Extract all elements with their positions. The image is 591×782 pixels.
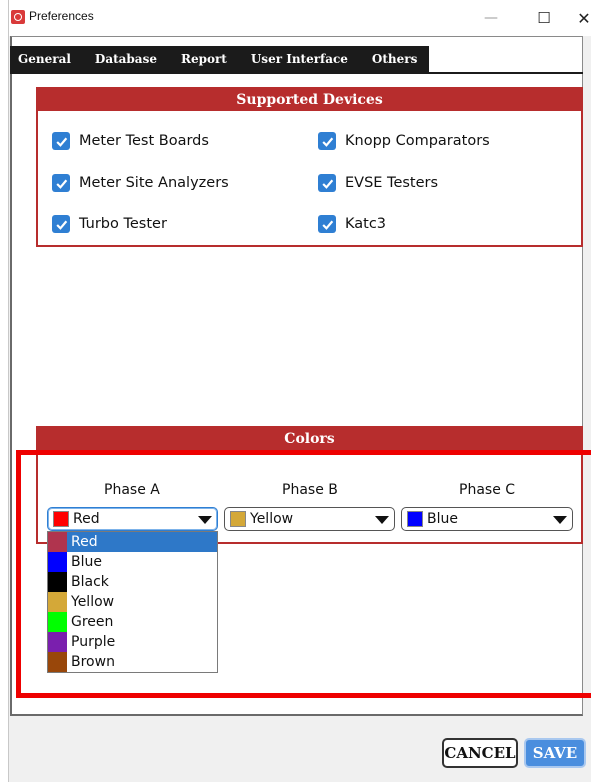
checkbox-checked-icon[interactable]: [52, 215, 70, 233]
dropdown-option-black[interactable]: Black: [48, 572, 217, 592]
color-swatch: [48, 572, 67, 592]
supported-devices-panel: Supported Devices Meter Test Boards Knop…: [36, 87, 583, 247]
option-label: Brown: [71, 654, 115, 670]
minimize-button[interactable]: —: [471, 4, 511, 32]
dropdown-option-brown[interactable]: Brown: [48, 652, 217, 672]
option-label: Blue: [71, 554, 102, 570]
color-swatch: [230, 511, 246, 527]
device-meter-test-boards[interactable]: Meter Test Boards: [52, 132, 209, 150]
device-katc3[interactable]: Katc3: [318, 215, 386, 233]
close-button[interactable]: ✕: [564, 4, 591, 32]
phase-b-value: Yellow: [250, 511, 294, 527]
phase-b-select[interactable]: Yellow: [224, 507, 395, 531]
phase-c-select[interactable]: Blue: [401, 507, 573, 531]
cancel-button[interactable]: CANCEL: [442, 738, 518, 768]
color-swatch: [48, 532, 67, 552]
color-swatch: [407, 511, 423, 527]
tab-divider: [10, 72, 583, 74]
color-swatch: [53, 511, 69, 527]
maximize-button[interactable]: ☐: [524, 4, 564, 32]
chevron-down-icon[interactable]: [553, 516, 567, 524]
color-swatch: [48, 552, 67, 572]
tab-report[interactable]: Report: [169, 46, 239, 72]
dropdown-option-red[interactable]: Red: [48, 532, 217, 552]
tab-database[interactable]: Database: [83, 46, 169, 72]
checkbox-checked-icon[interactable]: [52, 132, 70, 150]
phase-c-value: Blue: [427, 511, 458, 527]
device-label: Katc3: [345, 216, 387, 232]
device-label: Turbo Tester: [79, 216, 167, 232]
tab-user-interface[interactable]: User Interface: [239, 46, 360, 72]
phase-a-select[interactable]: Red: [47, 507, 218, 531]
color-swatch: [48, 612, 67, 632]
device-label: Meter Test Boards: [79, 133, 209, 149]
device-meter-site-analyzers[interactable]: Meter Site Analyzers: [52, 174, 229, 192]
tab-others[interactable]: Others: [360, 46, 429, 72]
option-label: Yellow: [71, 594, 115, 610]
color-swatch: [48, 632, 67, 652]
chevron-down-icon[interactable]: [198, 516, 212, 524]
phase-b-label: Phase B: [282, 482, 338, 498]
option-label: Black: [71, 574, 109, 590]
window-title: Preferences: [29, 9, 94, 23]
dropdown-option-green[interactable]: Green: [48, 612, 217, 632]
device-label: Knopp Comparators: [345, 133, 490, 149]
tab-bar: General Database Report User Interface O…: [10, 46, 430, 72]
option-label: Red: [71, 534, 98, 550]
color-swatch: [48, 592, 67, 612]
app-icon: [11, 10, 25, 24]
title-bar: Preferences — ☐ ✕: [9, 0, 591, 36]
device-turbo-tester[interactable]: Turbo Tester: [52, 215, 167, 233]
device-label: EVSE Testers: [345, 175, 439, 191]
option-label: Green: [71, 614, 114, 630]
checkbox-checked-icon[interactable]: [318, 215, 336, 233]
dropdown-option-yellow[interactable]: Yellow: [48, 592, 217, 612]
dropdown-option-purple[interactable]: Purple: [48, 632, 217, 652]
device-knopp-comparators[interactable]: Knopp Comparators: [318, 132, 490, 150]
checkbox-checked-icon[interactable]: [318, 132, 336, 150]
color-swatch: [48, 652, 67, 672]
phase-a-label: Phase A: [104, 482, 160, 498]
phase-c-label: Phase C: [459, 482, 516, 498]
checkbox-checked-icon[interactable]: [52, 174, 70, 192]
device-label: Meter Site Analyzers: [79, 175, 229, 191]
device-evse-testers[interactable]: EVSE Testers: [318, 174, 438, 192]
tab-general[interactable]: General: [10, 46, 83, 72]
option-label: Purple: [71, 634, 116, 650]
dropdown-option-blue[interactable]: Blue: [48, 552, 217, 572]
save-button[interactable]: SAVE: [524, 738, 586, 768]
supported-devices-header: Supported Devices: [38, 89, 581, 111]
phase-a-value: Red: [73, 511, 100, 527]
checkbox-checked-icon[interactable]: [318, 174, 336, 192]
colors-header: Colors: [38, 428, 581, 450]
chevron-down-icon[interactable]: [375, 516, 389, 524]
phase-a-dropdown-list: Red Blue Black Yellow Green Purple Brown: [47, 531, 218, 673]
